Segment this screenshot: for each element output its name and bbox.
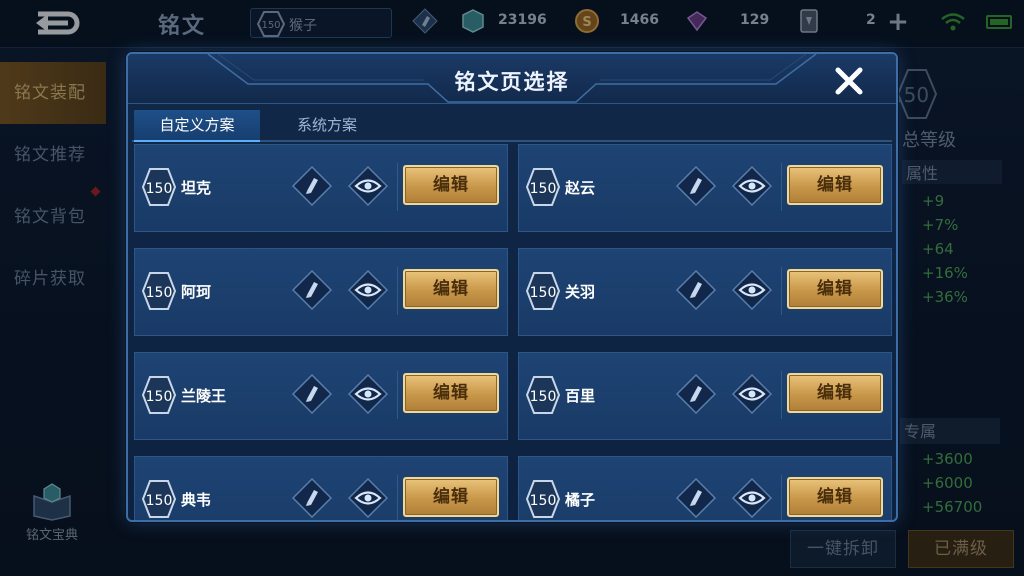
rune-page-card[interactable]: 150 关羽 编辑 bbox=[518, 248, 892, 336]
svg-text:150: 150 bbox=[146, 181, 173, 197]
divider bbox=[397, 475, 398, 520]
rename-pencil-icon[interactable] bbox=[675, 373, 717, 415]
preview-eye-icon[interactable] bbox=[347, 373, 389, 415]
level-badge-icon: 150 bbox=[525, 272, 561, 310]
rename-pencil-icon[interactable] bbox=[291, 373, 333, 415]
svg-text:150: 150 bbox=[530, 181, 557, 197]
rune-page-card[interactable]: 150 百里 编辑 bbox=[518, 352, 892, 440]
rune-page-name: 赵云 bbox=[565, 179, 596, 197]
tab-system[interactable]: 系统方案 bbox=[272, 110, 382, 142]
rename-pencil-icon[interactable] bbox=[675, 269, 717, 311]
rename-pencil-icon[interactable] bbox=[291, 477, 333, 519]
rune-page-card[interactable]: 150 坦克 编辑 bbox=[134, 144, 508, 232]
divider bbox=[397, 371, 398, 419]
rename-pencil-icon[interactable] bbox=[675, 165, 717, 207]
divider bbox=[781, 267, 782, 315]
preview-eye-icon[interactable] bbox=[731, 373, 773, 415]
preview-eye-icon[interactable] bbox=[731, 477, 773, 519]
rename-pencil-icon[interactable] bbox=[291, 165, 333, 207]
level-badge-icon: 150 bbox=[525, 480, 561, 518]
rune-page-card[interactable]: 150 兰陵王 编辑 bbox=[134, 352, 508, 440]
edit-button[interactable]: 编辑 bbox=[403, 477, 499, 517]
divider bbox=[781, 371, 782, 419]
level-badge-icon: 150 bbox=[141, 272, 177, 310]
level-badge-icon: 150 bbox=[525, 376, 561, 414]
level-badge-icon: 150 bbox=[525, 168, 561, 206]
rune-page-name: 百里 bbox=[565, 387, 596, 405]
svg-text:150: 150 bbox=[530, 389, 557, 405]
rune-page-card[interactable]: 150 典韦 编辑 bbox=[134, 456, 508, 520]
svg-text:150: 150 bbox=[530, 493, 557, 509]
rune-page-name: 阿珂 bbox=[181, 283, 212, 301]
edit-button[interactable]: 编辑 bbox=[403, 165, 499, 205]
level-badge-icon: 150 bbox=[141, 168, 177, 206]
preview-eye-icon[interactable] bbox=[731, 269, 773, 311]
rune-page-name: 关羽 bbox=[565, 283, 596, 301]
level-badge-icon: 150 bbox=[141, 376, 177, 414]
edit-button[interactable]: 编辑 bbox=[787, 269, 883, 309]
rename-pencil-icon[interactable] bbox=[675, 477, 717, 519]
divider bbox=[397, 163, 398, 211]
divider bbox=[397, 267, 398, 315]
preview-eye-icon[interactable] bbox=[731, 165, 773, 207]
rune-page-name: 兰陵王 bbox=[181, 387, 227, 405]
svg-text:150: 150 bbox=[146, 285, 173, 301]
dialog-tabs: 自定义方案 系统方案 bbox=[132, 110, 892, 142]
rune-page-card[interactable]: 150 阿珂 编辑 bbox=[134, 248, 508, 336]
preview-eye-icon[interactable] bbox=[347, 269, 389, 311]
preview-eye-icon[interactable] bbox=[347, 165, 389, 207]
edit-button[interactable]: 编辑 bbox=[403, 269, 499, 309]
edit-button[interactable]: 编辑 bbox=[403, 373, 499, 413]
svg-text:150: 150 bbox=[146, 493, 173, 509]
close-icon[interactable] bbox=[832, 64, 866, 98]
preview-eye-icon[interactable] bbox=[347, 477, 389, 519]
edit-button[interactable]: 编辑 bbox=[787, 477, 883, 517]
svg-text:150: 150 bbox=[146, 389, 173, 405]
rune-page-name: 典韦 bbox=[181, 491, 212, 509]
rename-pencil-icon[interactable] bbox=[291, 269, 333, 311]
divider bbox=[781, 475, 782, 520]
rune-page-name: 坦克 bbox=[181, 179, 212, 197]
svg-text:150: 150 bbox=[530, 285, 557, 301]
rune-page-card[interactable]: 150 赵云 编辑 bbox=[518, 144, 892, 232]
rune-page-card[interactable]: 150 橘子 编辑 bbox=[518, 456, 892, 520]
rune-page-select-dialog: 铭文页选择 自定义方案 系统方案 150 坦克 编辑 150 赵云 编辑 150… bbox=[126, 52, 898, 522]
level-badge-icon: 150 bbox=[141, 480, 177, 518]
edit-button[interactable]: 编辑 bbox=[787, 165, 883, 205]
dialog-title: 铭文页选择 bbox=[454, 70, 570, 94]
rune-page-name: 橘子 bbox=[565, 491, 596, 509]
rune-page-grid: 150 坦克 编辑 150 赵云 编辑 150 阿珂 编辑 150 关羽 编辑 … bbox=[134, 144, 894, 520]
dialog-header: 铭文页选择 bbox=[128, 54, 896, 104]
divider bbox=[781, 163, 782, 211]
edit-button[interactable]: 编辑 bbox=[787, 373, 883, 413]
tab-custom[interactable]: 自定义方案 bbox=[134, 110, 260, 142]
